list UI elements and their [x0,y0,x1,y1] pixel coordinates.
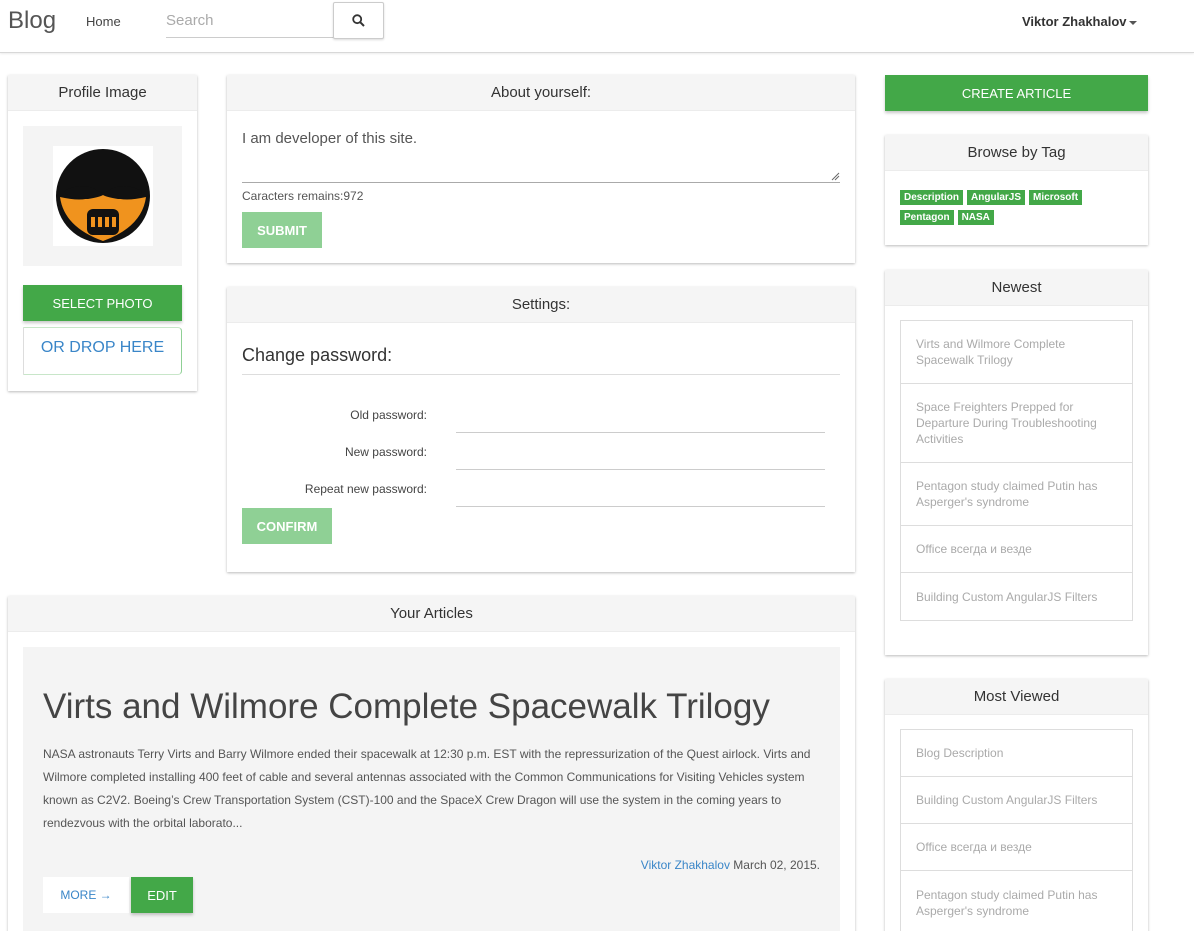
article-meta: Viktor Zhakhalov March 02, 2015. [641,858,820,872]
newest-title: Newest [885,270,1148,306]
profile-image-box [23,126,182,266]
browse-by-tag-panel: Browse by Tag Description AngularJS Micr… [885,135,1148,245]
select-photo-button[interactable]: SELECT PHOTO [23,285,182,321]
about-textarea[interactable]: I am developer of this site. [242,130,840,183]
about-title: About yourself: [227,75,855,111]
new-password-field[interactable] [456,446,825,470]
tag-angularjs[interactable]: AngularJS [967,190,1026,205]
newest-panel: Newest Virts and Wilmore Complete Spacew… [885,270,1148,655]
tag-microsoft[interactable]: Microsoft [1029,190,1083,205]
newest-list: Virts and Wilmore Complete Spacewalk Tri… [900,320,1133,621]
repeat-password-field[interactable] [456,483,825,507]
article-date: March 02, 2015. [733,858,820,872]
new-password-label: New password: [344,445,427,459]
about-panel: About yourself: I am developer of this s… [227,75,855,263]
old-password-field[interactable] [456,409,825,433]
top-navbar: Blog Home Viktor Zhakhalov [0,0,1194,53]
your-articles-title: Your Articles [8,596,855,632]
article-excerpt: NASA astronauts Terry Virts and Barry Wi… [43,747,811,830]
submit-button[interactable]: SUBMIT [242,212,322,248]
article-title[interactable]: Virts and Wilmore Complete Spacewalk Tri… [43,687,770,727]
user-menu[interactable]: Viktor Zhakhalov [1022,14,1137,29]
tag-list: Description AngularJS Microsoft Pentagon… [900,190,1130,225]
most-viewed-item[interactable]: Blog Description [901,730,1132,777]
most-viewed-title: Most Viewed [885,679,1148,715]
article-author-link[interactable]: Viktor Zhakhalov [641,858,730,872]
nav-home-link[interactable]: Home [86,14,121,29]
search-icon [352,14,365,27]
profile-image-title: Profile Image [8,75,197,111]
newest-item[interactable]: Virts and Wilmore Complete Spacewalk Tri… [901,321,1132,384]
search-button[interactable] [333,2,384,39]
tag-pentagon[interactable]: Pentagon [900,210,954,225]
most-viewed-item[interactable]: Building Custom AngularJS Filters [901,777,1132,824]
settings-panel: Settings: Change password: Old password:… [227,287,855,572]
tag-nasa[interactable]: NASA [957,210,994,225]
confirm-button[interactable]: CONFIRM [242,508,332,544]
newest-item[interactable]: Pentagon study claimed Putin has Asperge… [901,463,1132,526]
newest-item[interactable]: Office всегда и везде [901,526,1132,573]
resize-handle-icon[interactable] [831,172,840,181]
most-viewed-item[interactable]: Office всегда и везде [901,824,1132,871]
caret-down-icon [1128,20,1137,25]
user-name: Viktor Zhakhalov [1022,14,1127,29]
your-articles-panel: Your Articles Virts and Wilmore Complete… [8,596,855,931]
browse-by-tag-title: Browse by Tag [885,135,1148,171]
characters-remaining: Caracters remains:972 [242,189,364,203]
change-password-heading: Change password: [242,345,840,375]
most-viewed-list: Blog Description Building Custom Angular… [900,729,1133,931]
profile-image-panel: Profile Image SELECT PHOTO OR DROP HERE [8,75,197,391]
tag-description[interactable]: Description [900,190,964,205]
most-viewed-item[interactable]: Pentagon study claimed Putin has Asperge… [901,871,1132,931]
edit-button[interactable]: EDIT [131,877,193,913]
article-card: Virts and Wilmore Complete Spacewalk Tri… [23,647,840,931]
about-text-value: I am developer of this site. [242,130,418,147]
most-viewed-panel: Most Viewed Blog Description Building Cu… [885,679,1148,931]
avatar-face-icon [55,149,150,243]
avatar [52,146,153,246]
old-password-label: Old password: [350,408,427,422]
brand-logo[interactable]: Blog [8,7,56,35]
more-button[interactable]: MORE → [43,877,129,913]
repeat-password-label: Repeat new password: [304,482,427,496]
newest-item[interactable]: Building Custom AngularJS Filters [901,573,1132,620]
settings-title: Settings: [227,287,855,323]
newest-item[interactable]: Space Freighters Prepped for Departure D… [901,384,1132,463]
search-input[interactable] [166,3,334,38]
create-article-button[interactable]: CREATE ARTICLE [885,75,1148,111]
photo-drop-zone[interactable]: OR DROP HERE [23,327,182,375]
